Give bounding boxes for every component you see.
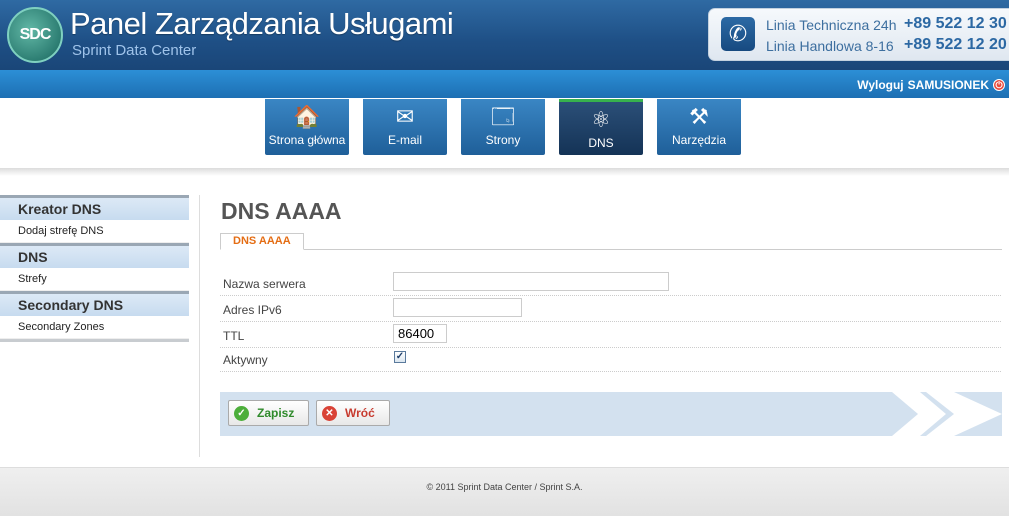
ttl-input[interactable]: 86400 xyxy=(393,324,447,343)
sidebar-bottom-border xyxy=(0,339,189,342)
tab-strona-glowna[interactable]: 🏠 Strona główna xyxy=(265,99,349,155)
back-label: Wróć xyxy=(345,406,375,420)
app-subtitle: Sprint Data Center xyxy=(72,42,197,59)
sidebar-item-dodaj-strefe[interactable]: Dodaj strefę DNS xyxy=(0,220,189,243)
tab-label: Narzędzia xyxy=(671,133,727,147)
save-label: Zapisz xyxy=(257,406,295,420)
tab-email[interactable]: ✉ E-mail xyxy=(363,99,447,155)
power-icon[interactable]: ⏻ xyxy=(993,79,1005,91)
tab-dns-aaaa[interactable]: DNS AAAA xyxy=(220,233,304,250)
sales-line-number: +89 522 12 20 xyxy=(904,36,1007,53)
form-row-active: Aktywny ✓ xyxy=(220,346,1001,372)
phone-icon: ✆ xyxy=(721,17,755,51)
username: SAMUSIONEK xyxy=(907,78,989,92)
content-tabbar: DNS AAAA xyxy=(220,233,1002,250)
pages-icon: 🗔 xyxy=(491,104,515,129)
sidebar: Kreator DNS Dodaj strefę DNS DNS Strefy … xyxy=(0,195,189,342)
back-button[interactable]: ✕ Wróć xyxy=(316,400,390,426)
save-button[interactable]: ✓ Zapisz xyxy=(228,400,309,426)
sales-line-label: Linia Handlowa 8-16 xyxy=(766,38,894,54)
tab-narzedzia[interactable]: ⚒ Narzędzia xyxy=(657,99,741,155)
ipv6-input[interactable] xyxy=(393,298,522,317)
content-divider xyxy=(199,195,200,457)
form-row-ttl: TTL 86400 xyxy=(220,322,1001,348)
envelope-icon: ✉ xyxy=(395,104,415,129)
nav-divider xyxy=(0,168,1009,176)
page-title: DNS AAAA xyxy=(221,198,342,224)
sidebar-section-dns: DNS xyxy=(0,243,189,268)
logo-text: SDC xyxy=(19,26,52,43)
action-bar: ✓ Zapisz ✕ Wróć xyxy=(220,392,1002,436)
sidebar-section-secondary-dns: Secondary DNS xyxy=(0,291,189,316)
tools-icon: ⚒ xyxy=(689,104,709,129)
footer: © 2011 Sprint Data Center / Sprint S.A. xyxy=(0,467,1009,516)
active-checkbox[interactable]: ✓ xyxy=(394,351,406,363)
copyright: © 2011 Sprint Data Center / Sprint S.A. xyxy=(426,482,583,492)
cancel-icon: ✕ xyxy=(322,405,337,421)
server-name-input[interactable] xyxy=(393,272,669,291)
network-icon: ⚛ xyxy=(591,107,611,132)
tab-dns[interactable]: ⚛ DNS xyxy=(559,99,643,155)
tab-label: Strona główna xyxy=(268,133,346,147)
tab-label: Strony xyxy=(485,133,521,147)
logout-label: Wyloguj xyxy=(857,78,904,92)
sdc-logo[interactable]: SDC xyxy=(7,7,63,63)
sidebar-item-strefy[interactable]: Strefy xyxy=(0,268,189,291)
app-title: Panel Zarządzania Usługami xyxy=(70,6,454,41)
form-row-server-name: Nazwa serwera xyxy=(220,270,1001,296)
active-label: Aktywny xyxy=(223,353,268,367)
tab-label: DNS xyxy=(588,136,614,150)
tech-line-label: Linia Techniczna 24h xyxy=(766,17,897,33)
ttl-label: TTL xyxy=(223,329,245,343)
tech-line-number: +89 522 12 30 xyxy=(904,15,1007,32)
tab-label: E-mail xyxy=(387,133,422,147)
check-icon: ✓ xyxy=(234,405,249,421)
logout-link[interactable]: Wyloguj SAMUSIONEK ⏻ xyxy=(857,78,1005,92)
sidebar-item-secondary-zones[interactable]: Secondary Zones xyxy=(0,316,189,339)
server-name-label: Nazwa serwera xyxy=(223,277,306,291)
form-row-ipv6: Adres IPv6 xyxy=(220,296,1001,322)
ipv6-label: Adres IPv6 xyxy=(223,303,282,317)
contact-box: ✆ Linia Techniczna 24h +89 522 12 30 Lin… xyxy=(708,8,1009,61)
sidebar-section-kreator-dns: Kreator DNS xyxy=(0,195,189,220)
tab-strony[interactable]: 🗔 Strony xyxy=(461,99,545,155)
home-icon: 🏠 xyxy=(293,104,321,129)
